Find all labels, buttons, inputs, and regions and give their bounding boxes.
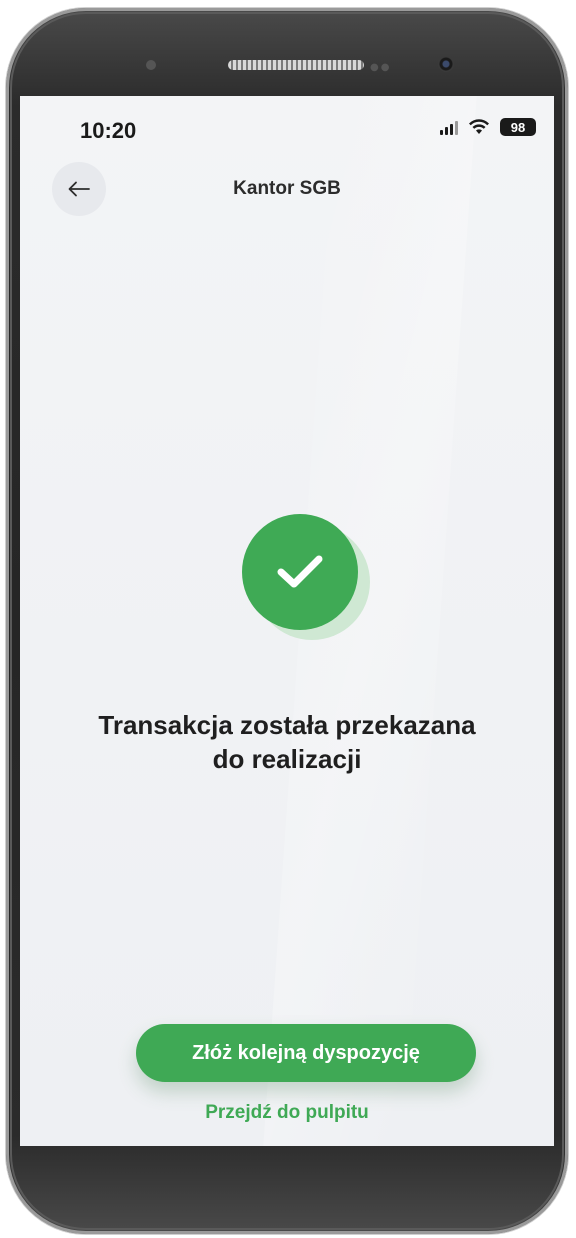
proximity-sensor	[146, 60, 156, 70]
front-camera	[438, 56, 454, 72]
new-order-button[interactable]: Złóż kolejną dyspozycję	[136, 1024, 476, 1082]
page-title: Kantor SGB	[233, 178, 341, 199]
success-indicator	[242, 514, 372, 644]
speaker-dots: ●●	[370, 62, 392, 73]
status-time: 10:20	[80, 118, 137, 143]
success-message: Transakcja została przekazana do realiza…	[60, 708, 514, 776]
app-screen: 10:20 98 Kantor SGB Transakcja została p…	[20, 96, 554, 1146]
phone-frame: ●● 10:20 98 Kantor SGB Transakcja został…	[6, 8, 568, 1234]
wifi-icon	[469, 119, 489, 134]
check-circle-icon	[242, 514, 358, 630]
cellular-signal-icon	[440, 119, 458, 135]
checkmark-icon	[277, 555, 323, 588]
go-to-dashboard-link[interactable]: Przejdź do pulpitu	[20, 1102, 554, 1124]
success-message-line-1: Transakcja została przekazana	[98, 710, 476, 740]
success-message-line-2: do realizacji	[212, 744, 362, 774]
status-bar: 10:20 98	[20, 96, 554, 156]
navigation-bar: Kantor SGB	[20, 158, 554, 222]
earpiece-speaker	[228, 60, 364, 70]
battery-indicator: 98	[500, 118, 536, 136]
status-icons: 98	[440, 118, 536, 136]
